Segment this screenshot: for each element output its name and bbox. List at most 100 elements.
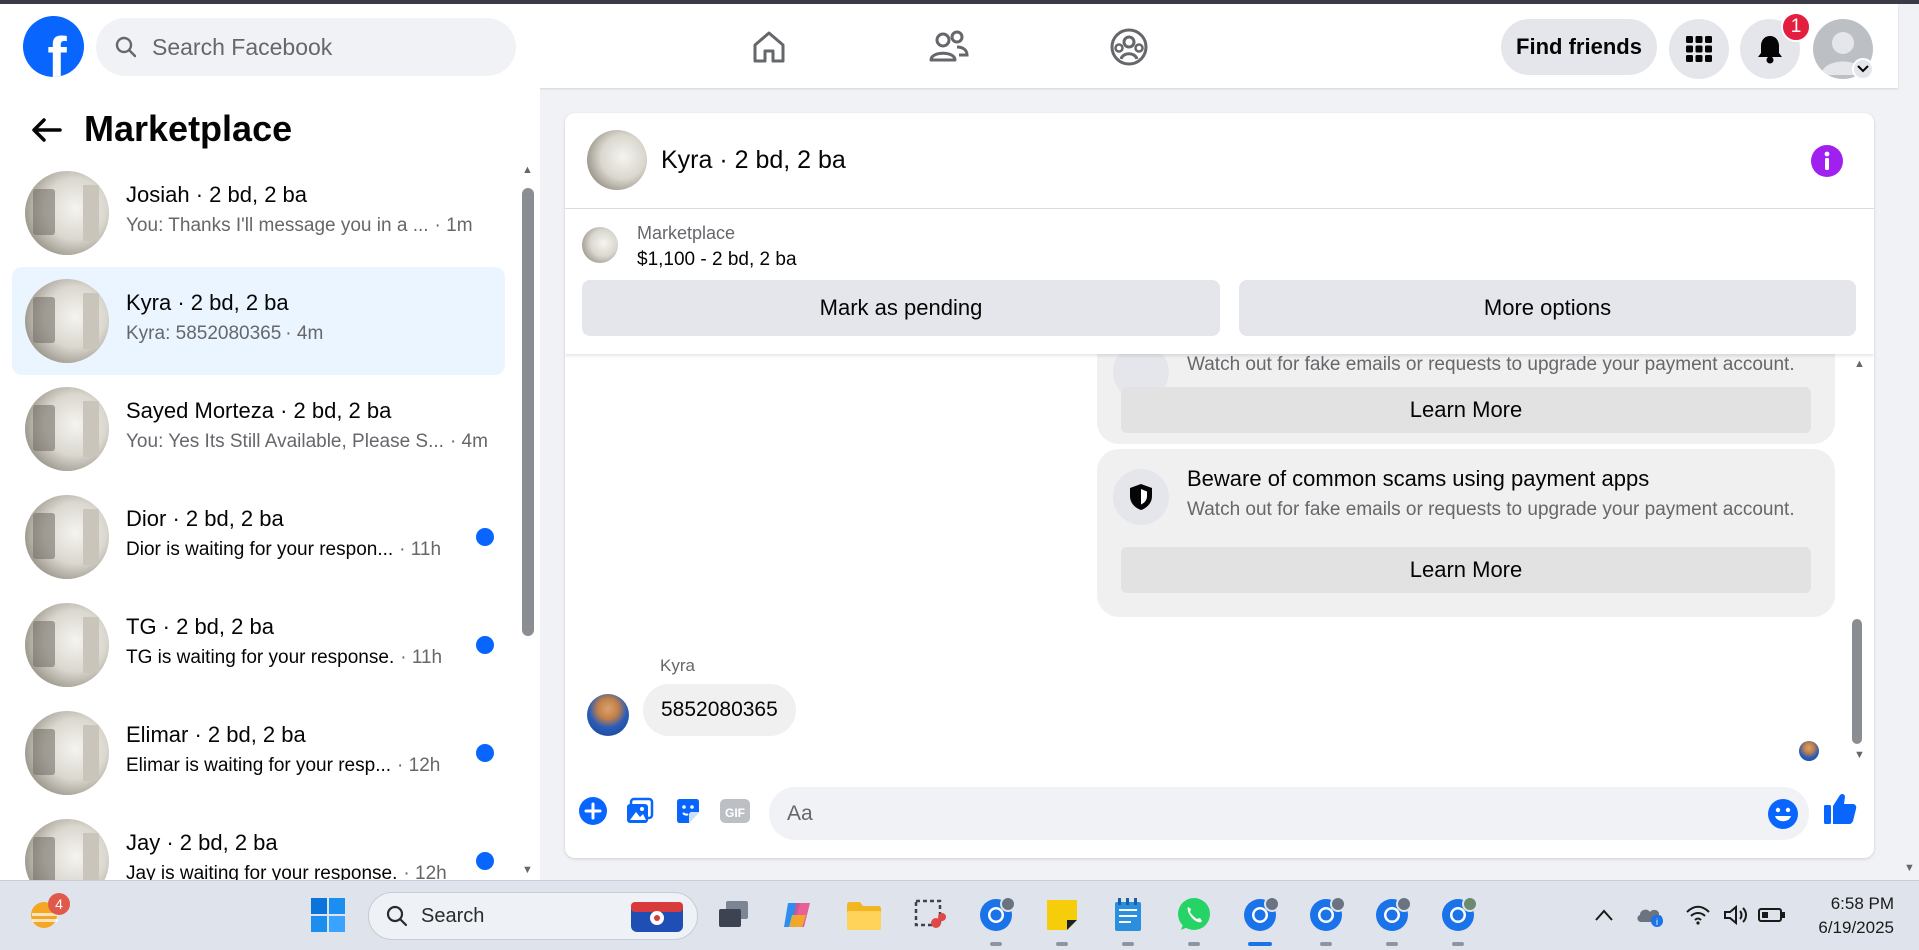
scroll-down-arrow-icon[interactable]: ▼: [522, 864, 533, 876]
conversation-item-sayed-morteza[interactable]: Sayed Morteza · 2 bd, 2 ba You: Yes Its …: [12, 375, 505, 483]
chevron-up-icon[interactable]: [1584, 895, 1624, 935]
conversation-item-josiah[interactable]: Josiah · 2 bd, 2 ba You: Thanks I'll mes…: [12, 159, 505, 267]
whatsapp-icon[interactable]: [1174, 895, 1214, 935]
wifi-icon[interactable]: [1678, 895, 1718, 935]
friends-icon[interactable]: [926, 24, 972, 70]
app-running-indicator: [990, 942, 1002, 946]
add-actions-icon[interactable]: [575, 793, 611, 829]
top-navigation-bar: f Search Facebook Find friends 1: [0, 4, 1898, 88]
page-title: Marketplace: [84, 108, 293, 149]
taskbar-search[interactable]: Search: [368, 892, 698, 940]
find-friends-button[interactable]: Find friends: [1501, 19, 1657, 75]
menu-grid-icon[interactable]: [1669, 19, 1729, 79]
warning-title: Beware of common scams using payment app…: [1187, 466, 1650, 491]
scam-warning-card: Beware of common scams using payment app…: [1097, 449, 1835, 617]
facebook-logo[interactable]: f: [23, 16, 84, 77]
system-clock[interactable]: 6:58 PM 6/19/2025: [1808, 892, 1894, 940]
thumbs-up-icon[interactable]: [1822, 791, 1858, 827]
message-input[interactable]: [769, 787, 1809, 840]
learn-more-button[interactable]: Learn More: [1121, 387, 1811, 433]
listing-thumbnail[interactable]: [582, 227, 618, 263]
groups-icon[interactable]: [1106, 24, 1152, 70]
more-options-button[interactable]: More options: [1239, 280, 1856, 336]
onedrive-icon[interactable]: i: [1630, 895, 1670, 935]
app-running-indicator: [1452, 942, 1464, 946]
thread-scroll-down-arrow-icon[interactable]: ▼: [1854, 749, 1865, 761]
listing-banner: Marketplace $1,100 - 2 bd, 2 ba Mark as …: [565, 209, 1874, 354]
file-explorer-icon[interactable]: [844, 895, 884, 935]
shield-icon: [1113, 469, 1169, 525]
conversation-name: Sayed Morteza · 2 bd, 2 ba: [126, 398, 392, 423]
account-chevron-icon[interactable]: [1852, 58, 1874, 80]
listing-price[interactable]: $1,100 - 2 bd, 2 ba: [637, 249, 797, 271]
task-view-icon[interactable]: [714, 895, 754, 935]
app-running-indicator: [1188, 942, 1200, 946]
svg-text:i: i: [1656, 917, 1658, 927]
scroll-up-arrow-icon[interactable]: ▲: [522, 164, 533, 176]
photo-icon[interactable]: [622, 793, 658, 829]
listing-source-label: Marketplace: [637, 223, 736, 243]
search-icon: [115, 36, 137, 58]
message-sender-name: Kyra: [660, 656, 695, 675]
search-icon: [386, 905, 408, 927]
conversation-item-dior[interactable]: Dior · 2 bd, 2 ba Dior is waiting for yo…: [12, 483, 505, 591]
emoji-icon[interactable]: [1765, 796, 1801, 832]
sender-avatar[interactable]: [587, 694, 629, 736]
unread-dot: [476, 744, 494, 762]
warning-text: Watch out for fake emails or requests to…: [1187, 354, 1795, 375]
home-icon[interactable]: [746, 24, 792, 70]
page-scroll-down-arrow-icon[interactable]: ▼: [1904, 862, 1915, 874]
snipping-tool-icon[interactable]: [910, 895, 950, 935]
thread-scrollbar[interactable]: [1852, 619, 1862, 744]
svg-text:f: f: [47, 26, 67, 77]
mark-as-pending-button[interactable]: Mark as pending: [582, 280, 1220, 336]
inbox-scrollbar[interactable]: [522, 188, 534, 636]
seen-indicator-avatar: [1799, 741, 1819, 761]
search-placeholder: Search Facebook: [152, 33, 333, 60]
search-facebook-field[interactable]: Search Facebook: [96, 18, 516, 76]
chat-header: Kyra · 2 bd, 2 ba: [565, 113, 1874, 209]
taskbar-search-label: Search: [421, 904, 485, 927]
chrome-profile-icon-3[interactable]: [1372, 895, 1412, 935]
conversation-name: Jay · 2 bd, 2 ba: [126, 830, 278, 855]
chrome-profile-icon-4[interactable]: [1438, 895, 1478, 935]
app-running-indicator: [1386, 942, 1398, 946]
app-running-indicator: [1056, 942, 1068, 946]
conversation-item-elimar[interactable]: Elimar · 2 bd, 2 ba Elimar is waiting fo…: [12, 699, 505, 807]
info-icon[interactable]: [1810, 144, 1844, 183]
listing-thumbnail: [25, 495, 109, 579]
weather-alert-badge: 4: [48, 893, 70, 915]
chrome-profile-icon[interactable]: [976, 895, 1016, 935]
message-bubble[interactable]: 5852080365: [643, 684, 796, 736]
svg-text:GIF: GIF: [725, 806, 745, 820]
copilot-icon[interactable]: [778, 895, 818, 935]
back-arrow-icon[interactable]: [30, 116, 62, 149]
conversation-name: Josiah · 2 bd, 2 ba: [126, 182, 308, 207]
notification-count-badge: 1: [1781, 12, 1811, 42]
conversation-item-kyra[interactable]: Kyra · 2 bd, 2 ba Kyra: 5852080365 · 4m: [12, 267, 505, 375]
conversation-preview: You: Yes Its Still Available, Please S..…: [126, 431, 488, 452]
thread-scroll-up-arrow-icon[interactable]: ▲: [1854, 358, 1865, 370]
learn-more-button[interactable]: Learn More: [1121, 547, 1811, 593]
conversation-item-tg[interactable]: TG · 2 bd, 2 ba TG is waiting for your r…: [12, 591, 505, 699]
clock-date: 6/19/2025: [1818, 918, 1894, 937]
listing-thumbnail: [25, 603, 109, 687]
chrome-profile-icon-2[interactable]: [1306, 895, 1346, 935]
bell-icon: [1758, 36, 1782, 64]
volume-icon[interactable]: [1716, 895, 1756, 935]
sticker-icon[interactable]: [670, 793, 706, 829]
notepad-icon[interactable]: [1108, 895, 1148, 935]
warning-text: Watch out for fake emails or requests to…: [1187, 499, 1795, 520]
conversation-preview: Elimar is waiting for your resp... · 12h: [126, 755, 441, 776]
chat-listing-avatar[interactable]: [587, 130, 647, 190]
gif-icon[interactable]: GIF: [717, 793, 753, 829]
marketplace-inbox-panel: Marketplace Josiah · 2 bd, 2 ba You: Tha…: [0, 88, 540, 880]
listing-thumbnail: [25, 171, 109, 255]
sticky-notes-icon[interactable]: [1042, 895, 1082, 935]
chrome-profile-icon-active[interactable]: [1240, 895, 1280, 935]
windows-start-icon[interactable]: [308, 895, 348, 935]
conversation-preview: Kyra: 5852080365 · 4m: [126, 323, 324, 344]
chat-title[interactable]: Kyra · 2 bd, 2 ba: [661, 146, 846, 175]
battery-icon[interactable]: [1752, 895, 1792, 935]
conversation-item-jay[interactable]: Jay · 2 bd, 2 ba Jay is waiting for your…: [12, 807, 505, 880]
